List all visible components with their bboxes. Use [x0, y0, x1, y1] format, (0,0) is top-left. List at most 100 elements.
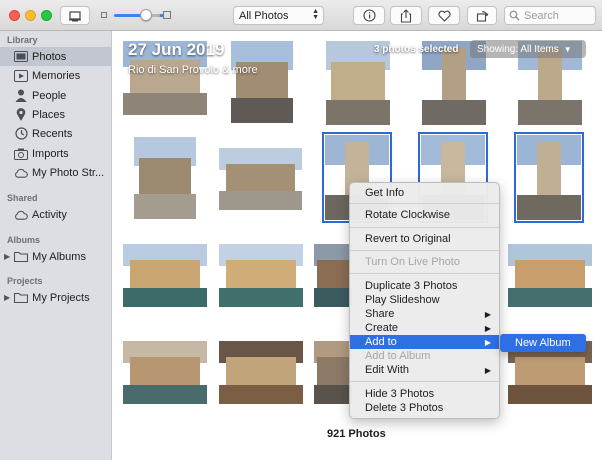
photo-thumbnail[interactable]: [314, 244, 352, 307]
folder-icon: [14, 291, 29, 305]
sidebar-item-label: Photos: [32, 50, 67, 63]
chevron-updown-icon: ▲ ▼: [312, 8, 319, 21]
sidebar-item-imports[interactable]: Imports: [0, 144, 112, 163]
menu-item-play-slideshow[interactable]: Play Slideshow: [350, 293, 499, 307]
sidebar-item-my-projects[interactable]: ▶ My Projects: [0, 288, 112, 307]
photo-thumbnail[interactable]: [123, 341, 207, 404]
menu-item-hide[interactable]: Hide 3 Photos: [350, 387, 499, 401]
share-icon: [400, 8, 412, 23]
moment-date-title: 27 Jun 2019: [128, 40, 225, 59]
menu-separator: [350, 273, 499, 274]
cloud-icon: [14, 166, 28, 180]
close-window-button[interactable]: [9, 10, 20, 21]
search-field[interactable]: Search: [504, 6, 596, 25]
photo-thumbnail[interactable]: [134, 137, 196, 219]
chevron-down-icon: ▼: [563, 44, 572, 54]
menu-item-create[interactable]: Create ▶: [350, 321, 499, 335]
photo-thumbnail[interactable]: [219, 244, 303, 307]
search-icon: [509, 10, 520, 21]
sidebar-item-label: People: [32, 89, 67, 102]
menu-item-label: Create: [365, 322, 399, 334]
sidebar-item-label: My Projects: [32, 291, 90, 304]
menu-separator: [350, 381, 499, 382]
cloud-icon: [14, 208, 28, 222]
clock-icon: [14, 127, 28, 141]
menu-item-turn-on-live-photo: Turn On Live Photo: [365, 256, 460, 268]
photo-thumbnail[interactable]: [314, 341, 352, 404]
menu-item-add-to-album: Add to Album: [365, 350, 431, 362]
section-projects: Projects: [7, 276, 43, 286]
menu-separator: [350, 250, 499, 251]
disclosure-triangle-icon[interactable]: ▶: [4, 252, 10, 261]
photo-thumbnail-selected[interactable]: [514, 132, 584, 223]
showing-filter-label: Showing: All Items: [477, 43, 559, 55]
selection-count: 3 photos selected: [374, 44, 459, 55]
photo-count: 921 Photos: [327, 428, 386, 440]
sidebar: Library Photos Memories People Places Re…: [0, 31, 112, 460]
info-icon: [362, 9, 376, 22]
zoom-in-icon[interactable]: [163, 11, 171, 19]
showing-filter-button[interactable]: Showing: All Items ▼: [470, 40, 586, 58]
share-button[interactable]: [390, 6, 422, 25]
menu-item-label: Share: [365, 308, 395, 320]
memories-icon: [14, 69, 28, 83]
menu-item-rotate-clockwise[interactable]: Rotate Clockwise: [350, 208, 499, 222]
sidebar-item-activity[interactable]: Activity: [0, 205, 112, 224]
heart-icon: [437, 10, 451, 22]
minimize-window-button[interactable]: [25, 10, 36, 21]
menu-item-revert-to-original[interactable]: Revert to Original: [350, 232, 499, 246]
imports-icon: [14, 147, 28, 161]
photo-thumbnail[interactable]: [231, 41, 293, 123]
view-dropdown-label: All Photos: [239, 9, 289, 22]
menu-item-delete[interactable]: Delete 3 Photos: [350, 401, 499, 415]
photo-thumbnail[interactable]: [219, 148, 302, 210]
moment-location: Rio di San Provolo & more: [128, 64, 258, 76]
menu-item-edit-with[interactable]: Edit With ▶: [350, 363, 499, 377]
photos-icon: [14, 50, 28, 64]
context-menu: Get Info Rotate Clockwise Revert to Orig…: [349, 182, 500, 419]
sidebar-item-label: My Photo Str...: [32, 166, 105, 179]
sidebar-item-photo-stream[interactable]: My Photo Str...: [0, 163, 112, 182]
zoom-slider-knob[interactable]: [140, 9, 152, 21]
photo-thumbnail[interactable]: [123, 244, 207, 307]
sidebar-item-my-albums[interactable]: ▶ My Albums: [0, 247, 112, 266]
section-library: Library: [7, 35, 38, 45]
sidebar-item-recents[interactable]: Recents: [0, 124, 112, 143]
disclosure-triangle-icon[interactable]: ▶: [4, 293, 10, 302]
view-dropdown[interactable]: All Photos ▲ ▼: [233, 6, 324, 25]
menu-item-label: Edit With: [365, 364, 410, 376]
sidebar-item-places[interactable]: Places: [0, 105, 112, 124]
submenu-arrow-icon: ▶: [484, 323, 491, 333]
slideshow-icon: [69, 10, 81, 21]
sidebar-item-photos[interactable]: Photos: [0, 47, 112, 66]
sidebar-item-people[interactable]: People: [0, 86, 112, 105]
folder-icon: [14, 250, 29, 264]
sidebar-item-label: Imports: [32, 147, 69, 160]
zoom-out-icon[interactable]: [101, 12, 107, 18]
section-albums: Albums: [7, 235, 41, 245]
submenu-arrow-icon: ▶: [484, 337, 491, 347]
sidebar-item-label: Places: [32, 108, 66, 121]
rotate-icon: [476, 11, 488, 22]
sidebar-item-label: Activity: [32, 208, 67, 221]
menu-item-duplicate[interactable]: Duplicate 3 Photos: [350, 279, 499, 293]
photo-thumbnail[interactable]: [219, 341, 303, 404]
sidebar-item-memories[interactable]: Memories: [0, 66, 112, 85]
rotate-button[interactable]: [467, 6, 497, 25]
submenu-arrow-icon: ▶: [484, 365, 491, 375]
menu-item-add-to[interactable]: Add to ▶: [350, 335, 499, 349]
zoom-window-button[interactable]: [41, 10, 52, 21]
info-button[interactable]: [353, 6, 385, 25]
sidebar-item-label: My Albums: [32, 250, 86, 263]
slideshow-button[interactable]: [60, 6, 90, 25]
menu-item-share[interactable]: Share ▶: [350, 307, 499, 321]
sidebar-item-label: Memories: [32, 69, 81, 82]
photo-thumbnail[interactable]: [508, 244, 592, 307]
menu-separator: [350, 227, 499, 228]
toolbar: All Photos ▲ ▼ Search: [0, 0, 602, 31]
menu-item-get-info[interactable]: Get Info: [350, 186, 499, 200]
favorite-button[interactable]: [428, 6, 460, 25]
menu-separator: [350, 203, 499, 204]
places-icon: [14, 108, 28, 122]
submenu-item-new-album[interactable]: New Album: [500, 334, 586, 352]
